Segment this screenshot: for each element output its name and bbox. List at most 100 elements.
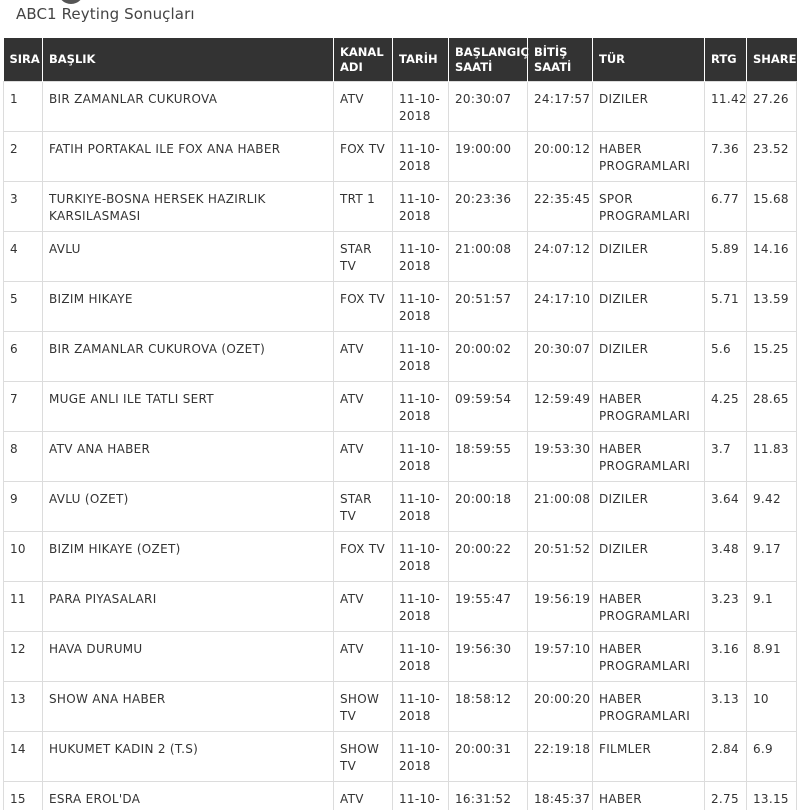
cell-date: 11-10-2018 bbox=[392, 631, 449, 682]
cell-date: 11-10-2018 bbox=[392, 731, 449, 782]
cell-channel: ATV bbox=[333, 81, 393, 132]
cell-rank: 2 bbox=[3, 131, 43, 182]
cell-title: AVLU (OZET) bbox=[42, 481, 334, 532]
column-header-sira: SIRA bbox=[3, 38, 43, 82]
cell-date: 11-10-2018 bbox=[392, 381, 449, 432]
cell-title: AVLU bbox=[42, 231, 334, 282]
cell-share: 14.16 bbox=[746, 231, 797, 282]
cell-genre: HABER PROGRAMLARI bbox=[592, 381, 705, 432]
cell-channel: ATV bbox=[333, 631, 393, 682]
cell-rating: 6.77 bbox=[704, 181, 747, 232]
cell-start-time: 18:58:12 bbox=[448, 681, 528, 732]
cell-title: MUGE ANLI ILE TATLI SERT bbox=[42, 381, 334, 432]
table-row: 6 BIR ZAMANLAR CUKUROVA (OZET) ATV 11-10-20… bbox=[3, 331, 797, 382]
cell-rating: 11.42 bbox=[704, 81, 747, 132]
cell-rating: 2.75 bbox=[704, 781, 747, 810]
cell-start-time: 19:56:30 bbox=[448, 631, 528, 682]
cell-start-time: 16:31:52 bbox=[448, 781, 528, 810]
cell-title: PARA PIYASALARI bbox=[42, 581, 334, 632]
cell-rank: 5 bbox=[3, 281, 43, 332]
logo-icon bbox=[58, 0, 84, 4]
column-header-baslik: BAŞLIK bbox=[42, 38, 334, 82]
cell-genre: DIZILER bbox=[592, 281, 705, 332]
cell-date: 11-10-2018 bbox=[392, 581, 449, 632]
cell-end-time: 24:07:12 bbox=[527, 231, 593, 282]
cell-start-time: 20:00:18 bbox=[448, 481, 528, 532]
cell-channel: SHOW TV bbox=[333, 681, 393, 732]
table-body: 1 BIR ZAMANLAR CUKUROVA ATV 11-10-2018 20:30… bbox=[3, 81, 797, 810]
table-row: 5 BIZIM HIKAYE FOX TV 11-10-2018 20:51:57 24:… bbox=[3, 281, 797, 332]
cell-end-time: 20:51:52 bbox=[527, 531, 593, 582]
cell-date: 11-10-2018 bbox=[392, 331, 449, 382]
cell-channel: FOX TV bbox=[333, 131, 393, 182]
table-row: 11 PARA PIYASALARI ATV 11-10-2018 19:55:47 19… bbox=[3, 581, 797, 632]
cell-end-time: 20:00:20 bbox=[527, 681, 593, 732]
cell-date: 11-10-2018 bbox=[392, 481, 449, 532]
table-row: 12 HAVA DURUMU ATV 11-10-2018 19:56:30 19:57:… bbox=[3, 631, 797, 682]
cell-genre: HABER PROGRAMLARI bbox=[592, 681, 705, 732]
cell-title: BIZIM HIKAYE (OZET) bbox=[42, 531, 334, 582]
cell-rating: 3.16 bbox=[704, 631, 747, 682]
cell-rating: 7.36 bbox=[704, 131, 747, 182]
cell-rank: 11 bbox=[3, 581, 43, 632]
cell-rating: 2.84 bbox=[704, 731, 747, 782]
cell-date: 11-10-2018 bbox=[392, 781, 449, 810]
cell-start-time: 18:59:55 bbox=[448, 431, 528, 482]
cell-rank: 4 bbox=[3, 231, 43, 282]
column-header-baslangic: BAŞLANGIÇ SAATİ bbox=[448, 38, 529, 82]
table-row: 10 BIZIM HIKAYE (OZET) FOX TV 11-10-2018 20:… bbox=[3, 531, 797, 582]
cell-genre: DIZILER bbox=[592, 531, 705, 582]
cell-start-time: 20:00:02 bbox=[448, 331, 528, 382]
cell-date: 11-10-2018 bbox=[392, 281, 449, 332]
cell-rating: 3.48 bbox=[704, 531, 747, 582]
table-row: 14 HUKUMET KADIN 2 (T.S) SHOW TV 11-10-2018… bbox=[3, 731, 797, 782]
table-row: 1 BIR ZAMANLAR CUKUROVA ATV 11-10-2018 20:30… bbox=[3, 81, 797, 132]
cell-rank: 10 bbox=[3, 531, 43, 582]
cell-date: 11-10-2018 bbox=[392, 231, 449, 282]
table-row: 13 SHOW ANA HABER SHOW TV 11-10-2018 18:58:1… bbox=[3, 681, 797, 732]
cell-genre: HABER PROGRAMLARI bbox=[592, 581, 705, 632]
cell-title: BIZIM HIKAYE bbox=[42, 281, 334, 332]
cell-rank: 14 bbox=[3, 731, 43, 782]
cell-end-time: 22:35:45 bbox=[527, 181, 593, 232]
cell-end-time: 24:17:57 bbox=[527, 81, 593, 132]
cell-share: 9.1 bbox=[746, 581, 797, 632]
cell-rank: 6 bbox=[3, 331, 43, 382]
cell-share: 28.65 bbox=[746, 381, 797, 432]
rating-table: SIRA BAŞLIK KANAL ADI TARİH BAŞLANGIÇ SAATİ B… bbox=[3, 38, 797, 810]
cell-rating: 5.89 bbox=[704, 231, 747, 282]
cell-share: 23.52 bbox=[746, 131, 797, 182]
column-header-tur: TÜR bbox=[592, 38, 705, 82]
cell-title: ESRA EROL'DA bbox=[42, 781, 334, 810]
cell-title: FATIH PORTAKAL ILE FOX ANA HABER bbox=[42, 131, 334, 182]
column-header-rtg: RTG bbox=[704, 38, 747, 82]
cell-start-time: 19:55:47 bbox=[448, 581, 528, 632]
cell-rank: 9 bbox=[3, 481, 43, 532]
cell-genre: HABER PROGRAMLARI bbox=[592, 131, 705, 182]
cell-share: 9.17 bbox=[746, 531, 797, 582]
cell-rank: 7 bbox=[3, 381, 43, 432]
cell-date: 11-10-2018 bbox=[392, 181, 449, 232]
cell-share: 9.42 bbox=[746, 481, 797, 532]
cell-title: HUKUMET KADIN 2 (T.S) bbox=[42, 731, 334, 782]
cell-start-time: 21:00:08 bbox=[448, 231, 528, 282]
column-header-bitis: BİTİŞ SAATİ bbox=[527, 38, 593, 82]
cell-rank: 13 bbox=[3, 681, 43, 732]
cell-rating: 4.25 bbox=[704, 381, 747, 432]
table-row: 3 TURKIYE-BOSNA HERSEK HAZIRLIK KARSILASM… bbox=[3, 181, 797, 232]
cell-rating: 3.64 bbox=[704, 481, 747, 532]
cell-channel: STAR TV bbox=[333, 481, 393, 532]
cell-rank: 3 bbox=[3, 181, 43, 232]
cell-start-time: 20:23:36 bbox=[448, 181, 528, 232]
page-title: ABC1 Reyting Sonuçları bbox=[16, 5, 195, 23]
table-row: 2 FATIH PORTAKAL ILE FOX ANA HABER FOX TV 1… bbox=[3, 131, 797, 182]
cell-share: 8.91 bbox=[746, 631, 797, 682]
cell-share: 6.9 bbox=[746, 731, 797, 782]
cell-end-time: 20:30:07 bbox=[527, 331, 593, 382]
cell-rank: 12 bbox=[3, 631, 43, 682]
cell-channel: TRT 1 bbox=[333, 181, 393, 232]
cell-genre: DIZILER bbox=[592, 481, 705, 532]
column-header-kanal: KANAL ADI bbox=[333, 38, 393, 82]
cell-end-time: 20:00:12 bbox=[527, 131, 593, 182]
cell-rating: 5.71 bbox=[704, 281, 747, 332]
